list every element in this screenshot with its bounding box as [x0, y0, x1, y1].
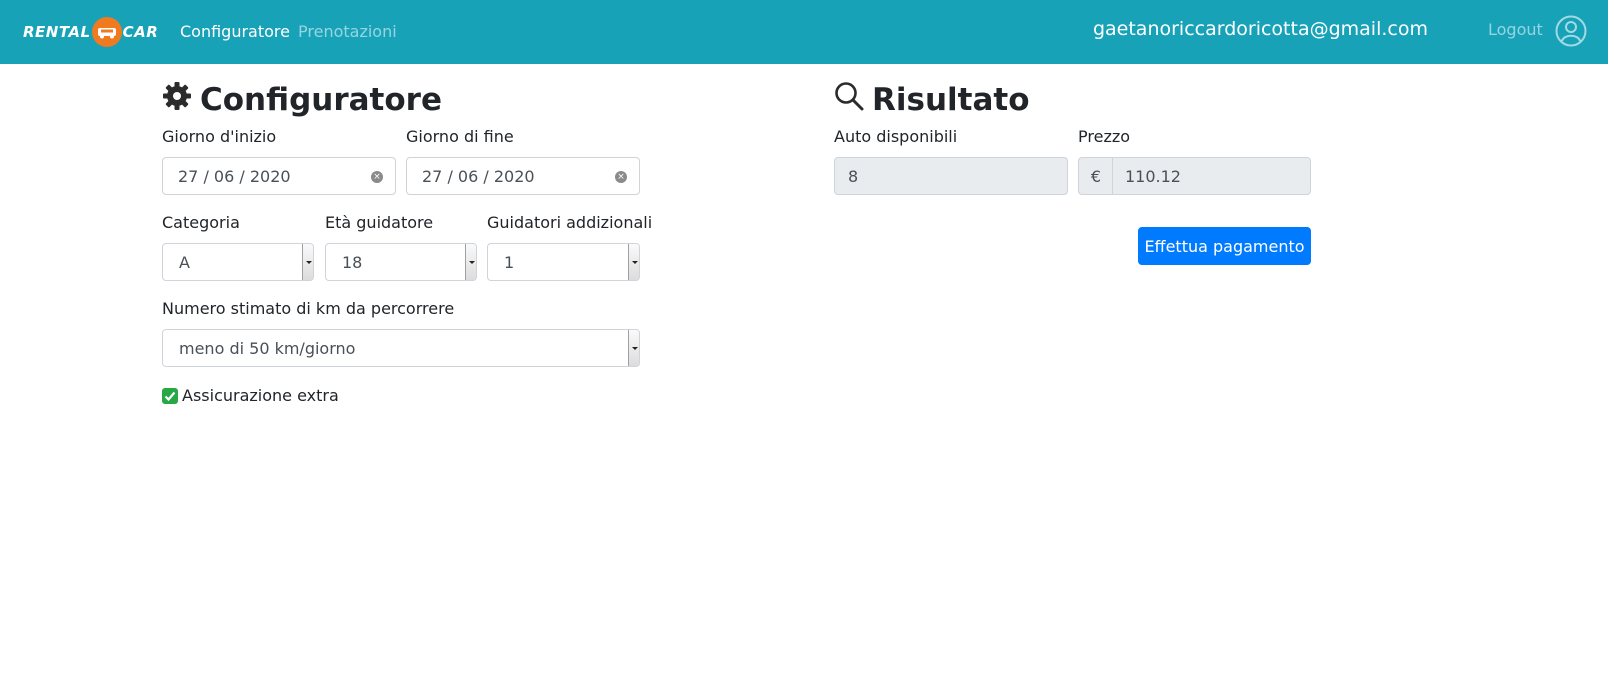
- km-estimate-label: Numero stimato di km da percorrere: [162, 299, 455, 318]
- price-field: 110.12: [1112, 157, 1311, 195]
- user-avatar-icon[interactable]: [1555, 15, 1587, 47]
- nav-link-configuratore[interactable]: Configuratore: [180, 22, 290, 41]
- top-navbar: RENTAL CAR Configuratore Prenotazioni ga…: [0, 0, 1608, 64]
- brand-text-right: CAR: [122, 23, 159, 41]
- additional-drivers-select[interactable]: 1: [487, 243, 640, 281]
- brand-logo[interactable]: RENTAL CAR: [23, 16, 158, 48]
- km-estimate-value: meno di 50 km/giorno: [179, 338, 356, 358]
- pay-button[interactable]: Effettua pagamento: [1138, 227, 1311, 265]
- start-date-label: Giorno d'inizio: [162, 127, 277, 146]
- category-label: Categoria: [162, 213, 240, 232]
- car-icon: [91, 17, 122, 47]
- end-date-label: Giorno di fine: [406, 127, 514, 146]
- price-label: Prezzo: [1078, 127, 1131, 146]
- category-value: A: [179, 252, 190, 272]
- available-cars-label: Auto disponibili: [834, 127, 958, 146]
- end-date-day: 27: [422, 166, 443, 186]
- search-icon: [834, 81, 872, 119]
- additional-drivers-label: Guidatori addizionali: [487, 213, 653, 232]
- configurator-title: Configuratore: [162, 80, 442, 120]
- nav-link-prenotazioni[interactable]: Prenotazioni: [298, 22, 397, 41]
- check-icon: [164, 391, 176, 402]
- driver-age-select[interactable]: 18: [325, 243, 477, 281]
- clear-end-date-icon[interactable]: ×: [615, 171, 627, 183]
- available-cars-value: 8: [848, 166, 859, 186]
- chevron-down-icon: [302, 244, 313, 280]
- result-title-text: Risultato: [872, 82, 1030, 118]
- extra-insurance-label[interactable]: Assicurazione extra: [182, 386, 339, 405]
- currency-symbol: €: [1090, 166, 1102, 186]
- end-date-month: 06: [457, 166, 479, 186]
- brand-text-left: RENTAL: [23, 23, 91, 41]
- currency-addon: €: [1078, 157, 1113, 195]
- driver-age-value: 18: [342, 252, 363, 272]
- end-date-input[interactable]: 27 / 06 / 2020 ×: [406, 157, 640, 195]
- start-date-day: 27: [178, 166, 199, 186]
- chevron-down-icon: [628, 244, 639, 280]
- start-date-input[interactable]: 27 / 06 / 2020 ×: [162, 157, 396, 195]
- gear-icon: [162, 81, 200, 119]
- chevron-down-icon: [465, 244, 476, 280]
- start-date-year: 2020: [249, 166, 291, 186]
- price-value: 110.12: [1125, 166, 1181, 186]
- additional-drivers-value: 1: [504, 252, 515, 272]
- km-estimate-select[interactable]: meno di 50 km/giorno: [162, 329, 640, 367]
- result-title: Risultato: [834, 80, 1030, 120]
- category-select[interactable]: A: [162, 243, 314, 281]
- driver-age-label: Età guidatore: [325, 213, 434, 232]
- extra-insurance-checkbox[interactable]: [162, 388, 178, 404]
- clear-start-date-icon[interactable]: ×: [371, 171, 383, 183]
- chevron-down-icon: [628, 330, 639, 366]
- end-date-year: 2020: [493, 166, 535, 186]
- logout-link[interactable]: Logout: [1488, 20, 1543, 39]
- user-email: gaetanoriccardoricotta@gmail.com: [1092, 18, 1428, 40]
- configurator-title-text: Configuratore: [200, 82, 442, 118]
- start-date-month: 06: [213, 166, 235, 186]
- available-cars-field: 8: [834, 157, 1068, 195]
